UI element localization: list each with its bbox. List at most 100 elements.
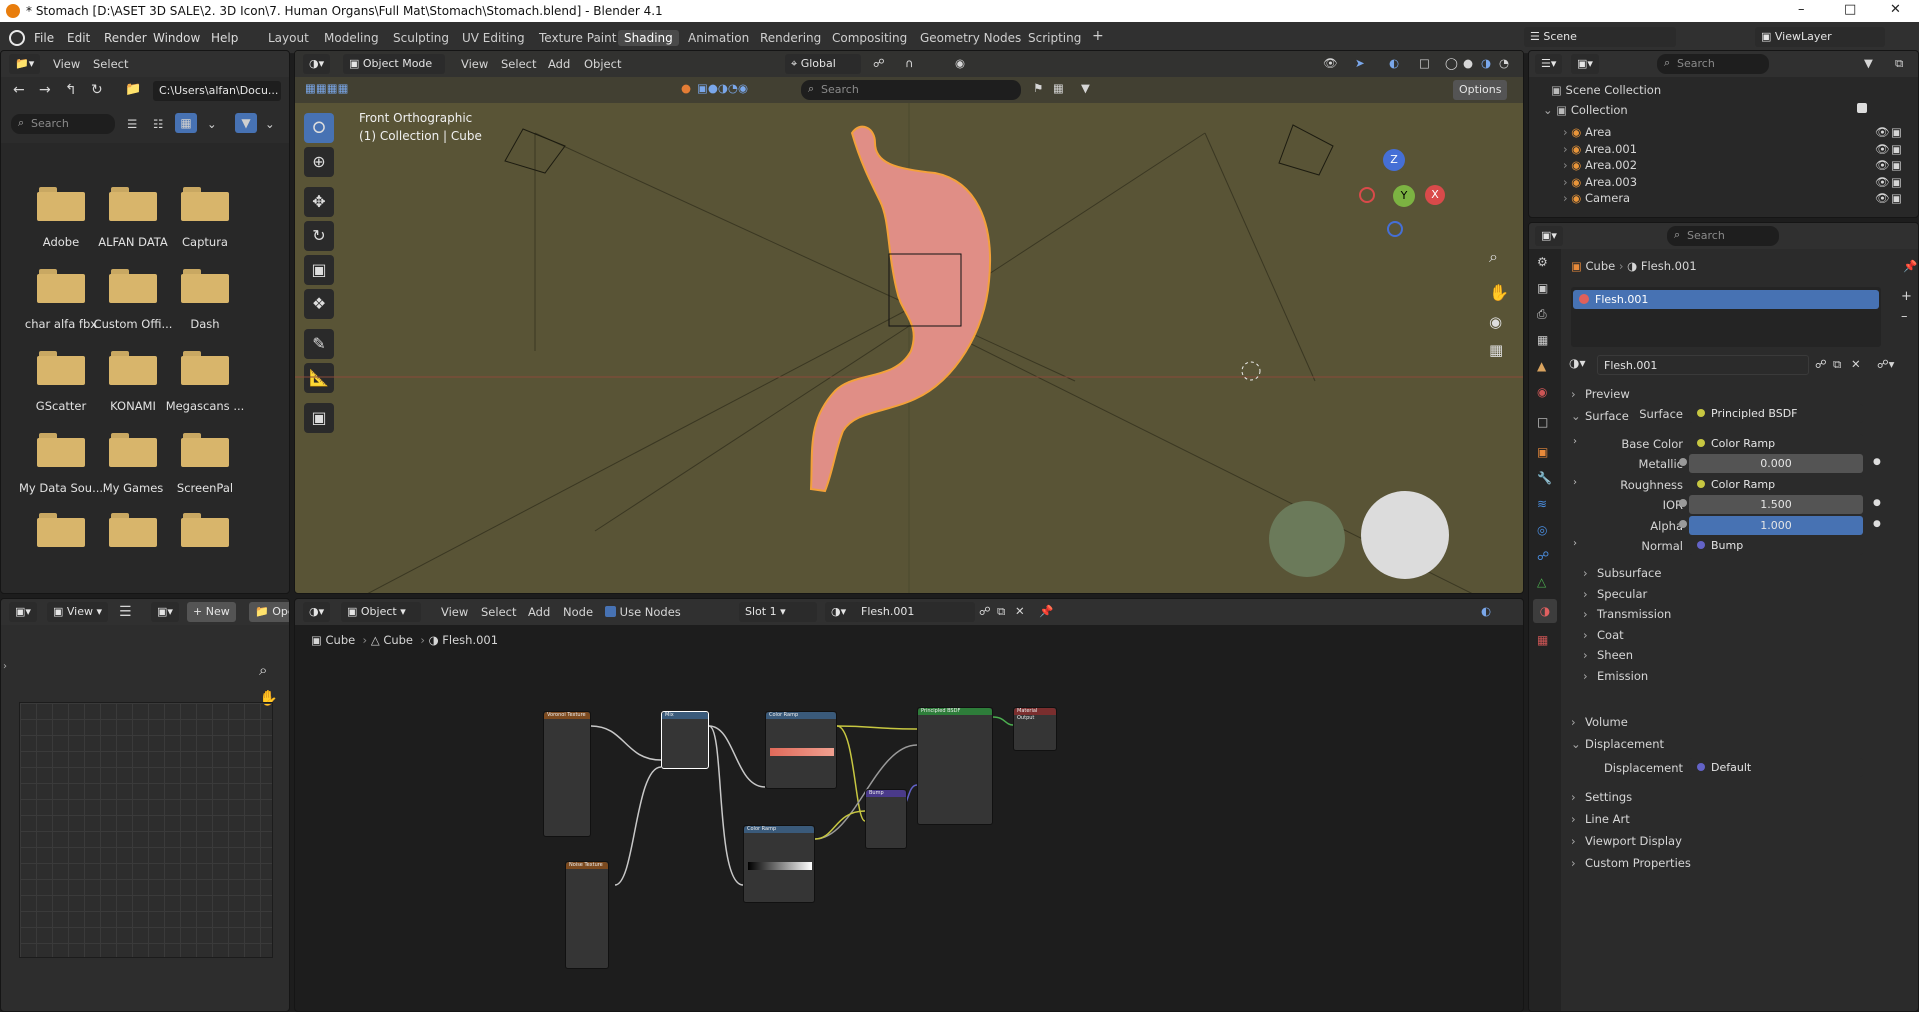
principled-bsdf-node[interactable]: Principled BSDF bbox=[917, 707, 993, 825]
maximize-button[interactable]: □ bbox=[1844, 2, 1856, 17]
folder-icon[interactable] bbox=[37, 269, 85, 303]
expand-icon[interactable]: › bbox=[1573, 436, 1577, 447]
display-mode-icon[interactable]: ▣▾ bbox=[1571, 54, 1599, 74]
image-editor-type-icon[interactable]: ▣▾ bbox=[9, 602, 37, 622]
minimize-button[interactable]: – bbox=[1798, 2, 1805, 17]
outliner-scene-collection[interactable]: ▣ Scene Collection bbox=[1551, 83, 1661, 97]
texture-tab-icon[interactable]: ▦ bbox=[1537, 633, 1548, 647]
tab-compositing[interactable]: Compositing bbox=[826, 30, 913, 46]
particles-tab-icon[interactable]: ≋ bbox=[1537, 497, 1547, 511]
folder-icon[interactable] bbox=[181, 187, 229, 221]
section-volume[interactable]: Volume bbox=[1571, 715, 1628, 729]
displacement-method-dropdown[interactable]: Default bbox=[1689, 758, 1863, 777]
menu-window[interactable]: Window bbox=[153, 31, 200, 45]
filter-dropdown-icon[interactable]: ⌄ bbox=[265, 117, 275, 131]
prop-value-field[interactable]: Principled BSDF bbox=[1689, 404, 1863, 423]
add-workspace-icon[interactable]: + bbox=[1086, 27, 1110, 45]
folder-icon[interactable] bbox=[109, 187, 157, 221]
world-tab-icon[interactable]: ◉ bbox=[1537, 385, 1547, 399]
gizmo-y-axis[interactable]: Y bbox=[1393, 185, 1415, 207]
noise-texture-node[interactable]: Noise Texture bbox=[565, 861, 609, 969]
color-ramp-node-2[interactable]: Color Ramp bbox=[743, 825, 815, 903]
prop-value-field[interactable]: Color Ramp bbox=[1689, 475, 1863, 494]
pan-view-icon[interactable]: ✋ bbox=[1489, 283, 1509, 302]
bump-node[interactable]: Bump bbox=[865, 789, 907, 849]
tab-sculpting[interactable]: Sculpting bbox=[387, 30, 455, 46]
section-line-art[interactable]: Line Art bbox=[1571, 812, 1630, 826]
material-tab-icon[interactable]: ◑ bbox=[1533, 599, 1557, 623]
keyframe-dot-icon[interactable]: ● bbox=[1873, 498, 1881, 508]
outliner-item-area-002[interactable]: › ◉ Area.002 bbox=[1563, 158, 1637, 172]
outliner-collection[interactable]: ⌄ ▣ Collection bbox=[1543, 103, 1628, 117]
menu-edit[interactable]: Edit bbox=[67, 31, 90, 45]
fb-menu-view[interactable]: View bbox=[53, 57, 80, 71]
vertical-list-icon[interactable]: ☰ bbox=[127, 117, 137, 131]
object-tab-icon[interactable]: ▣ bbox=[1537, 445, 1548, 459]
image-view-dropdown[interactable]: ▣ View ▾ bbox=[47, 602, 109, 622]
blender-menu-icon[interactable] bbox=[9, 30, 25, 46]
outliner-item-camera[interactable]: › ◉ Camera bbox=[1563, 191, 1630, 205]
folder-icon[interactable] bbox=[181, 351, 229, 385]
thumbnails-icon[interactable]: ▦ bbox=[175, 113, 197, 133]
voronoi-texture-node[interactable]: Voronoi Texture bbox=[543, 711, 591, 837]
zoom-view-icon[interactable]: ⌕ bbox=[1489, 247, 1498, 267]
outliner-item-area[interactable]: › ◉ Area bbox=[1563, 125, 1611, 139]
subsection-specular[interactable]: Specular bbox=[1583, 587, 1647, 601]
socket-icon[interactable] bbox=[1679, 458, 1687, 466]
gizmo-z-axis[interactable]: Z bbox=[1383, 149, 1405, 171]
keyframe-dot-icon[interactable]: ● bbox=[1873, 457, 1881, 467]
image-zoom-icon[interactable]: ⌕ bbox=[259, 661, 267, 679]
prop-value-field[interactable]: Bump bbox=[1689, 536, 1863, 555]
eye-icon[interactable]: 👁 bbox=[1875, 175, 1890, 189]
view-layer-selector[interactable]: ▣ ViewLayer bbox=[1755, 27, 1885, 47]
prop-value-field[interactable]: 0.000 bbox=[1689, 454, 1863, 473]
view-layer-tab-icon[interactable]: ▦ bbox=[1537, 333, 1548, 347]
grid-view-icon[interactable]: ▦ bbox=[1489, 341, 1503, 359]
hamburger-menu-icon[interactable]: ☰ bbox=[119, 604, 132, 620]
properties-pin-icon[interactable]: 📌 bbox=[1903, 259, 1917, 273]
new-folder-icon[interactable]: 📁 bbox=[125, 82, 141, 97]
folder-icon[interactable] bbox=[37, 433, 85, 467]
gizmo-neg-x[interactable] bbox=[1359, 187, 1375, 203]
color-ramp-node-1[interactable]: Color Ramp bbox=[765, 711, 837, 789]
camera-visibility-icon[interactable]: ▣ bbox=[1891, 175, 1902, 189]
subsection-emission[interactable]: Emission bbox=[1583, 669, 1648, 683]
scene-tab-icon[interactable]: ▲ bbox=[1537, 359, 1546, 373]
tool-tab-icon[interactable]: ⚙ bbox=[1537, 255, 1548, 269]
forward-icon[interactable]: → bbox=[39, 82, 51, 98]
expand-icon[interactable]: › bbox=[1573, 538, 1577, 549]
data-tab-icon[interactable]: △ bbox=[1537, 575, 1546, 589]
image-browse-icon[interactable]: ▣▾ bbox=[151, 602, 179, 622]
new-image-button[interactable]: + New bbox=[187, 602, 236, 622]
add-slot-icon[interactable]: + bbox=[1901, 289, 1912, 304]
image-canvas[interactable] bbox=[19, 702, 273, 958]
tab-rendering[interactable]: Rendering bbox=[754, 30, 827, 46]
fb-menu-select[interactable]: Select bbox=[93, 57, 128, 71]
tab-shading[interactable]: Shading bbox=[618, 30, 679, 46]
modifier-tab-icon[interactable]: 🔧 bbox=[1537, 471, 1552, 485]
material-slot-item[interactable]: Flesh.001 bbox=[1573, 290, 1879, 309]
parent-dir-icon[interactable]: ↰ bbox=[65, 82, 77, 98]
folder-icon[interactable] bbox=[37, 187, 85, 221]
outliner-item-area-001[interactable]: › ◉ Area.001 bbox=[1563, 142, 1637, 156]
shader-node-editor[interactable]: ◑▾ ▣ Object ▾ View Select Add Node Use N… bbox=[294, 598, 1524, 1012]
folder-icon[interactable] bbox=[109, 269, 157, 303]
new-collection-icon[interactable]: ⧉ bbox=[1895, 56, 1903, 71]
outliner-type-icon[interactable]: ☰▾ bbox=[1535, 54, 1563, 74]
section-settings[interactable]: Settings bbox=[1571, 790, 1632, 804]
fb-search-input[interactable]: Search bbox=[11, 114, 115, 134]
scene-selector[interactable]: ☰ Scene bbox=[1524, 27, 1676, 47]
folder-icon[interactable] bbox=[109, 351, 157, 385]
output-tab-icon[interactable]: ⎙ bbox=[1537, 307, 1547, 322]
material-output-node[interactable]: Material Output bbox=[1013, 707, 1057, 751]
subsection-coat[interactable]: Coat bbox=[1583, 628, 1624, 642]
path-field[interactable]: C:\Users\alfan\Docu... bbox=[153, 81, 281, 101]
expand-icon[interactable]: › bbox=[1573, 477, 1577, 488]
sidebar-toggle-icon[interactable]: › bbox=[3, 661, 7, 672]
physics-tab-icon[interactable]: ◎ bbox=[1537, 523, 1547, 537]
3d-viewport[interactable]: ◑▾ ▣ Object Mode View Select Add Object … bbox=[294, 50, 1524, 594]
section-viewport-display[interactable]: Viewport Display bbox=[1571, 834, 1682, 848]
tab-modeling[interactable]: Modeling bbox=[318, 30, 385, 46]
eye-icon[interactable]: 👁 bbox=[1875, 125, 1890, 139]
folder-icon[interactable] bbox=[109, 433, 157, 467]
